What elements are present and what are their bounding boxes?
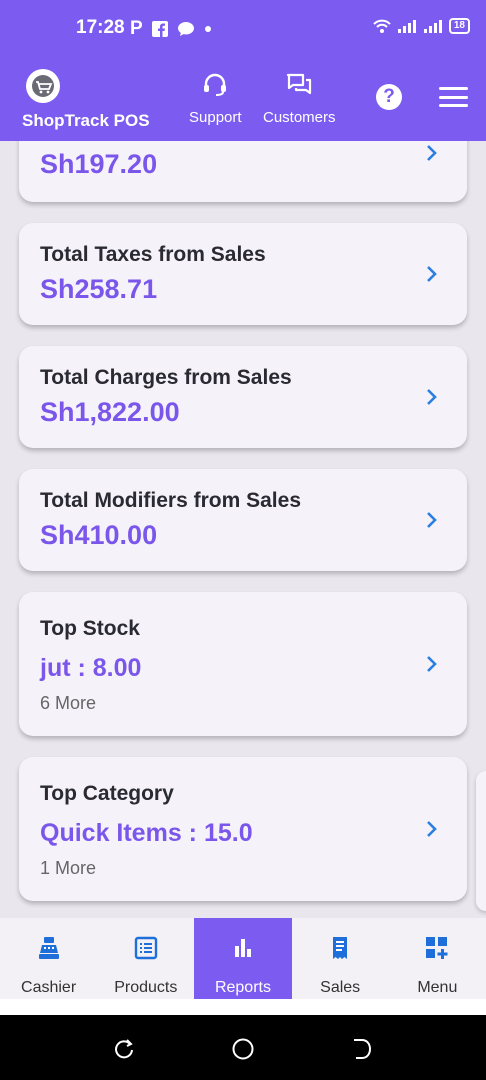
nav-label: Menu [417, 979, 458, 996]
support-label: Support [189, 109, 242, 126]
chat-icon [285, 72, 313, 103]
signal-icon [397, 19, 417, 33]
headset-icon [201, 72, 229, 103]
card-title: Total Modifiers from Sales [40, 489, 301, 512]
nav-label: Sales [320, 979, 361, 996]
card-value: Quick Items : 15.0 [40, 819, 253, 847]
nav-label: Reports [214, 979, 271, 996]
report-card-charges[interactable]: Total Charges from Sales Sh1,822.00 [19, 346, 467, 448]
chevron-right-icon [427, 512, 437, 528]
nav-reports[interactable]: Reports [194, 918, 292, 999]
report-card-taxes[interactable]: Total Taxes from Sales Sh258.71 [19, 223, 467, 325]
dot-icon [204, 25, 212, 33]
more-count: 6 More [40, 693, 97, 713]
card-value: jut : 8.00 [40, 654, 142, 682]
card-value: Sh410.00 [40, 520, 158, 550]
card-value: Sh258.71 [40, 274, 158, 304]
card-title: Top Category [40, 782, 174, 805]
back-icon[interactable] [350, 1037, 374, 1061]
grid-add-icon [425, 936, 449, 965]
recent-apps-icon[interactable] [112, 1037, 136, 1061]
customers-button[interactable]: Customers [263, 72, 336, 126]
wifi-icon [373, 19, 391, 33]
home-icon[interactable] [231, 1037, 255, 1061]
chevron-right-icon [427, 389, 437, 405]
report-card-top-category[interactable]: Top Category Quick Items : 15.0 1 More [19, 757, 467, 901]
report-card-discounts[interactable]: Sh197.20 [19, 141, 467, 202]
system-navigation-bar [0, 1015, 486, 1080]
more-count: 1 More [40, 858, 97, 878]
facebook-icon [151, 21, 168, 37]
bar-chart-icon [231, 936, 255, 965]
receipt-icon [328, 936, 352, 965]
status-system-icons: 18 [373, 18, 470, 34]
nav-menu[interactable]: Menu [389, 918, 486, 999]
app-header: 17:28 P 18 ShopTrack POS Support Custome… [0, 0, 486, 141]
report-card-modifiers[interactable]: Total Modifiers from Sales Sh410.00 [19, 469, 467, 571]
nav-cashier[interactable]: Cashier [0, 918, 97, 999]
chevron-right-icon [427, 656, 437, 672]
app-title: ShopTrack POS [22, 111, 150, 130]
chat-bubble-icon [177, 21, 195, 37]
card-title: Top Stock [40, 617, 140, 640]
help-icon[interactable]: ? [376, 84, 402, 110]
nav-label: Cashier [21, 979, 77, 996]
next-card-edge [476, 771, 486, 911]
chevron-right-icon [427, 145, 437, 161]
signal-icon-2 [423, 19, 443, 33]
reports-list[interactable]: Sh197.20 Total Taxes from Sales Sh258.71… [0, 141, 486, 917]
list-icon [134, 936, 158, 965]
nav-sales[interactable]: Sales [292, 918, 389, 999]
app-logo-icon [26, 69, 60, 103]
hamburger-menu-icon[interactable] [439, 87, 468, 107]
card-value: Sh197.20 [40, 149, 158, 179]
nav-label: Products [114, 979, 178, 996]
cash-register-icon [37, 936, 61, 965]
p-notification-icon: P [130, 18, 143, 39]
divider-strip [0, 999, 486, 1015]
report-card-top-stock[interactable]: Top Stock jut : 8.00 6 More [19, 592, 467, 736]
customers-label: Customers [263, 109, 336, 126]
nav-products[interactable]: Products [97, 918, 194, 999]
status-bar: 17:28 P 18 [0, 15, 486, 41]
card-title: Total Taxes from Sales [40, 243, 266, 266]
battery-icon: 18 [448, 18, 470, 34]
chevron-right-icon [427, 821, 437, 837]
support-button[interactable]: Support [189, 72, 242, 126]
card-value: Sh1,822.00 [40, 397, 180, 427]
chevron-right-icon [427, 266, 437, 282]
status-notification-icons: P [130, 18, 212, 40]
bottom-navigation: Cashier Products Reports Sales Menu [0, 918, 486, 999]
status-time: 17:28 [76, 17, 125, 38]
card-title: Total Charges from Sales [40, 366, 292, 389]
